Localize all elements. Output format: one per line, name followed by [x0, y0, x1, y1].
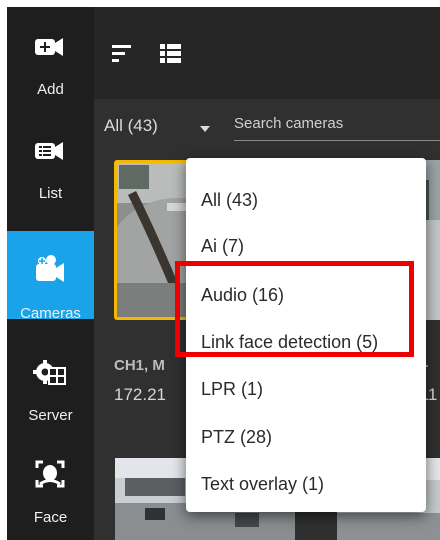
dropdown-option-lpr[interactable]: LPR (1) [201, 379, 263, 400]
camera-ip: 172.21 [114, 385, 166, 404]
search-cameras-input[interactable] [234, 111, 440, 141]
sidebar: Add List Cameras Server Face [7, 7, 94, 540]
toolbar [94, 7, 440, 99]
filter-bar: All (43) [94, 99, 440, 149]
sidebar-item-label: Server [28, 407, 73, 424]
server-icon [33, 360, 66, 385]
dropdown-option-ptz[interactable]: PTZ (28) [201, 427, 272, 448]
sidebar-item-label: List [38, 185, 63, 202]
dropdown-option-all[interactable]: All (43) [201, 190, 258, 211]
sidebar-item-label: Cameras [20, 305, 81, 322]
face-scan-icon [35, 460, 65, 488]
camera-filter-value: All (43) [104, 116, 158, 135]
app-window: Add List Cameras Server Face All (43) Se… [0, 0, 440, 540]
list-view-icon[interactable] [160, 43, 182, 63]
sidebar-item-server[interactable]: Server [7, 333, 94, 424]
add-camera-icon [35, 38, 63, 56]
sidebar-item-label: Add [37, 81, 64, 98]
sidebar-item-cameras[interactable]: Cameras [7, 231, 94, 322]
sidebar-item-face[interactable]: Face [7, 435, 94, 526]
sort-icon[interactable] [112, 43, 134, 63]
sidebar-item-label: Face [33, 509, 68, 526]
sidebar-item-add[interactable]: Add [7, 7, 94, 98]
caret-down-icon[interactable] [200, 126, 210, 132]
highlight-box [175, 261, 414, 357]
dropdown-option-ai[interactable]: Ai (7) [201, 236, 244, 257]
dropdown-option-text-overlay[interactable]: Text overlay (1) [201, 474, 324, 495]
camera-list-icon [35, 142, 63, 160]
sidebar-item-list[interactable]: List [7, 111, 94, 202]
camera-filter-select[interactable]: All (43) [104, 116, 214, 140]
camera-name: CH1, M [114, 357, 165, 374]
cameras-icon [36, 255, 64, 282]
